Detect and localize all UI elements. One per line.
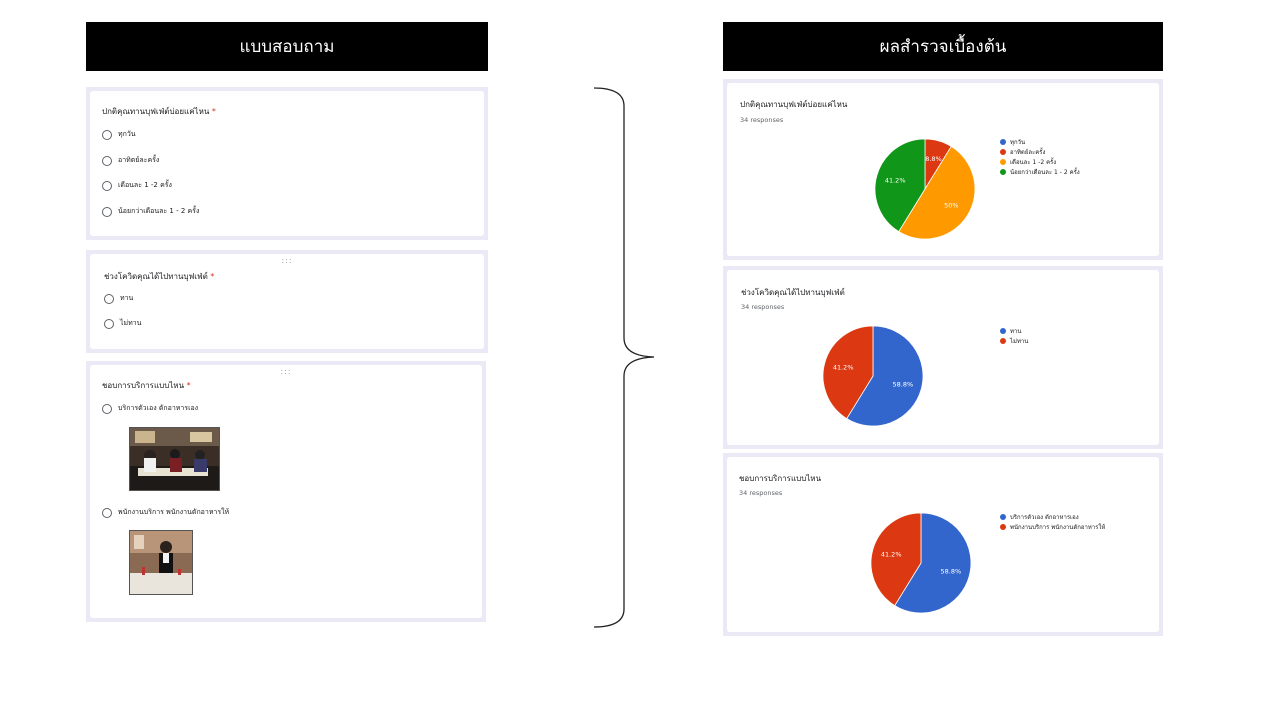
- option-label: อาทิตย์ละครั้ง: [118, 156, 160, 164]
- option-radio[interactable]: ไม่ทาน: [104, 318, 141, 329]
- legend-label: ไม่ทาน: [1010, 338, 1029, 345]
- option-label: น้อยกว่าเดือนละ 1 - 2 ครั้ง: [118, 207, 200, 215]
- legend-item: เดือนละ 1 -2 ครั้ง: [1000, 157, 1080, 167]
- question-title: ช่วงโควิดคุณได้ไปทานบุฟเฟ่ต์ *: [104, 270, 214, 283]
- legend-dot: [1000, 328, 1006, 334]
- question-title: ชอบการบริการแบบไหน *: [102, 379, 191, 392]
- legend-item: ทุกวัน: [1000, 137, 1080, 147]
- drag-handle-icon[interactable]: :::: [281, 257, 292, 265]
- result-card-frequency: ปกติคุณทานบุฟเฟ่ต์บ่อยแค่ไหน 34 response…: [723, 79, 1163, 260]
- radio-circle[interactable]: [104, 293, 114, 304]
- radio-circle[interactable]: [102, 507, 112, 518]
- form-header: แบบสอบถาม: [86, 22, 488, 71]
- slice-label-1: 41.2%: [833, 364, 854, 372]
- legend-item: พนักงานบริการ พนักงานตักอาหารให้: [1000, 522, 1105, 532]
- option-radio[interactable]: ทุกวัน: [102, 129, 136, 140]
- legend-item: น้อยกว่าเดือนละ 1 - 2 ครั้ง: [1000, 167, 1080, 177]
- legend-dot: [1000, 524, 1006, 530]
- slice-label-3: 41.2%: [885, 177, 906, 185]
- legend-label: พนักงานบริการ พนักงานตักอาหารให้: [1010, 524, 1106, 531]
- required-marker: *: [186, 381, 191, 390]
- slice-label-0: 58.8%: [940, 567, 961, 575]
- question-title-text: ปกติคุณทานบุฟเฟ่ต์บ่อยแค่ไหน: [102, 107, 210, 116]
- option-radio[interactable]: เดือนละ 1 -2 ครั้ง: [102, 180, 172, 191]
- pie-chart: 58.8% 41.2%: [870, 512, 972, 614]
- legend-label: เดือนละ 1 -2 ครั้ง: [1010, 159, 1057, 166]
- slice-label-0: 58.8%: [892, 380, 913, 388]
- legend-label: ทาน: [1010, 328, 1022, 335]
- radio-circle[interactable]: [102, 180, 112, 191]
- question-title-text: ชอบการบริการแบบไหน: [102, 381, 185, 390]
- option-radio[interactable]: บริการตัวเอง ตักอาหารเอง: [102, 403, 198, 414]
- legend-item: ไม่ทาน: [1000, 336, 1028, 346]
- question-card-frequency: ปกติคุณทานบุฟเฟ่ต์บ่อยแค่ไหน * ทุกวัน อา…: [86, 87, 488, 240]
- radio-circle[interactable]: [102, 403, 112, 414]
- option-label: บริการตัวเอง ตักอาหารเอง: [118, 404, 199, 412]
- legend-dot: [1000, 159, 1006, 165]
- legend-item: ทาน: [1000, 326, 1028, 336]
- chart-legend: ทานไม่ทาน: [1000, 326, 1028, 346]
- option-label: พนักงานบริการ พนักงานตักอาหารให้: [118, 508, 230, 516]
- legend-label: บริการตัวเอง ตักอาหารเอง: [1010, 514, 1079, 521]
- chart-legend: ทุกวันอาทิตย์ละครั้งเดือนละ 1 -2 ครั้งน้…: [1000, 137, 1080, 177]
- radio-circle[interactable]: [102, 155, 112, 166]
- chart-legend: บริการตัวเอง ตักอาหารเองพนักงานบริการ พน…: [1000, 512, 1105, 532]
- curly-brace-icon: [593, 87, 655, 628]
- question-card-covid: ::: ช่วงโควิดคุณได้ไปทานบุฟเฟ่ต์ * ทาน ไ…: [86, 250, 488, 353]
- legend-label: อาทิตย์ละครั้ง: [1010, 149, 1046, 156]
- question-card-service: ::: ชอบการบริการแบบไหน * บริการตัวเอง ตั…: [86, 361, 486, 622]
- option-label: เดือนละ 1 -2 ครั้ง: [118, 181, 172, 189]
- legend-item: อาทิตย์ละครั้ง: [1000, 147, 1080, 157]
- option-radio[interactable]: พนักงานบริการ พนักงานตักอาหารให้: [102, 507, 229, 518]
- slice-label-2: 50%: [944, 201, 958, 209]
- option-radio[interactable]: ทาน: [104, 293, 133, 304]
- option-radio[interactable]: น้อยกว่าเดือนละ 1 - 2 ครั้ง: [102, 206, 199, 217]
- legend-dot: [1000, 514, 1006, 520]
- radio-circle[interactable]: [102, 206, 112, 217]
- drag-handle-icon[interactable]: :::: [280, 368, 291, 376]
- slice-label-1: 41.2%: [881, 551, 902, 559]
- required-marker: *: [211, 107, 216, 116]
- results-header: ผลสำรวจเบื้องต้น: [723, 22, 1163, 71]
- result-card-covid: ช่วงโควิดคุณได้ไปทานบุฟเฟ่ต์ 34 response…: [723, 266, 1163, 449]
- legend-item: บริการตัวเอง ตักอาหารเอง: [1000, 512, 1105, 522]
- legend-label: ทุกวัน: [1010, 139, 1026, 146]
- question-title-text: ช่วงโควิดคุณได้ไปทานบุฟเฟ่ต์: [104, 272, 208, 281]
- pie-chart: 58.8% 41.2%: [822, 325, 924, 427]
- option-label: ทาน: [120, 294, 134, 302]
- staff-service-photo: [129, 530, 193, 595]
- required-marker: *: [210, 272, 215, 281]
- legend-dot: [1000, 338, 1006, 344]
- result-card-service: ชอบการบริการแบบไหน 34 responses 58.8% 41.…: [723, 453, 1163, 636]
- self-service-buffet-photo: [129, 427, 220, 491]
- radio-circle[interactable]: [102, 129, 112, 140]
- question-title: ปกติคุณทานบุฟเฟ่ต์บ่อยแค่ไหน *: [102, 105, 216, 118]
- option-label: ทุกวัน: [118, 130, 136, 138]
- legend-dot: [1000, 149, 1006, 155]
- option-radio[interactable]: อาทิตย์ละครั้ง: [102, 155, 159, 166]
- pie-chart: 8.8% 50% 41.2%: [874, 138, 976, 240]
- radio-circle[interactable]: [104, 318, 114, 329]
- legend-dot: [1000, 169, 1006, 175]
- slice-label-1: 8.8%: [925, 155, 942, 163]
- option-label: ไม่ทาน: [120, 319, 142, 327]
- legend-label: น้อยกว่าเดือนละ 1 - 2 ครั้ง: [1010, 169, 1080, 176]
- legend-dot: [1000, 139, 1006, 145]
